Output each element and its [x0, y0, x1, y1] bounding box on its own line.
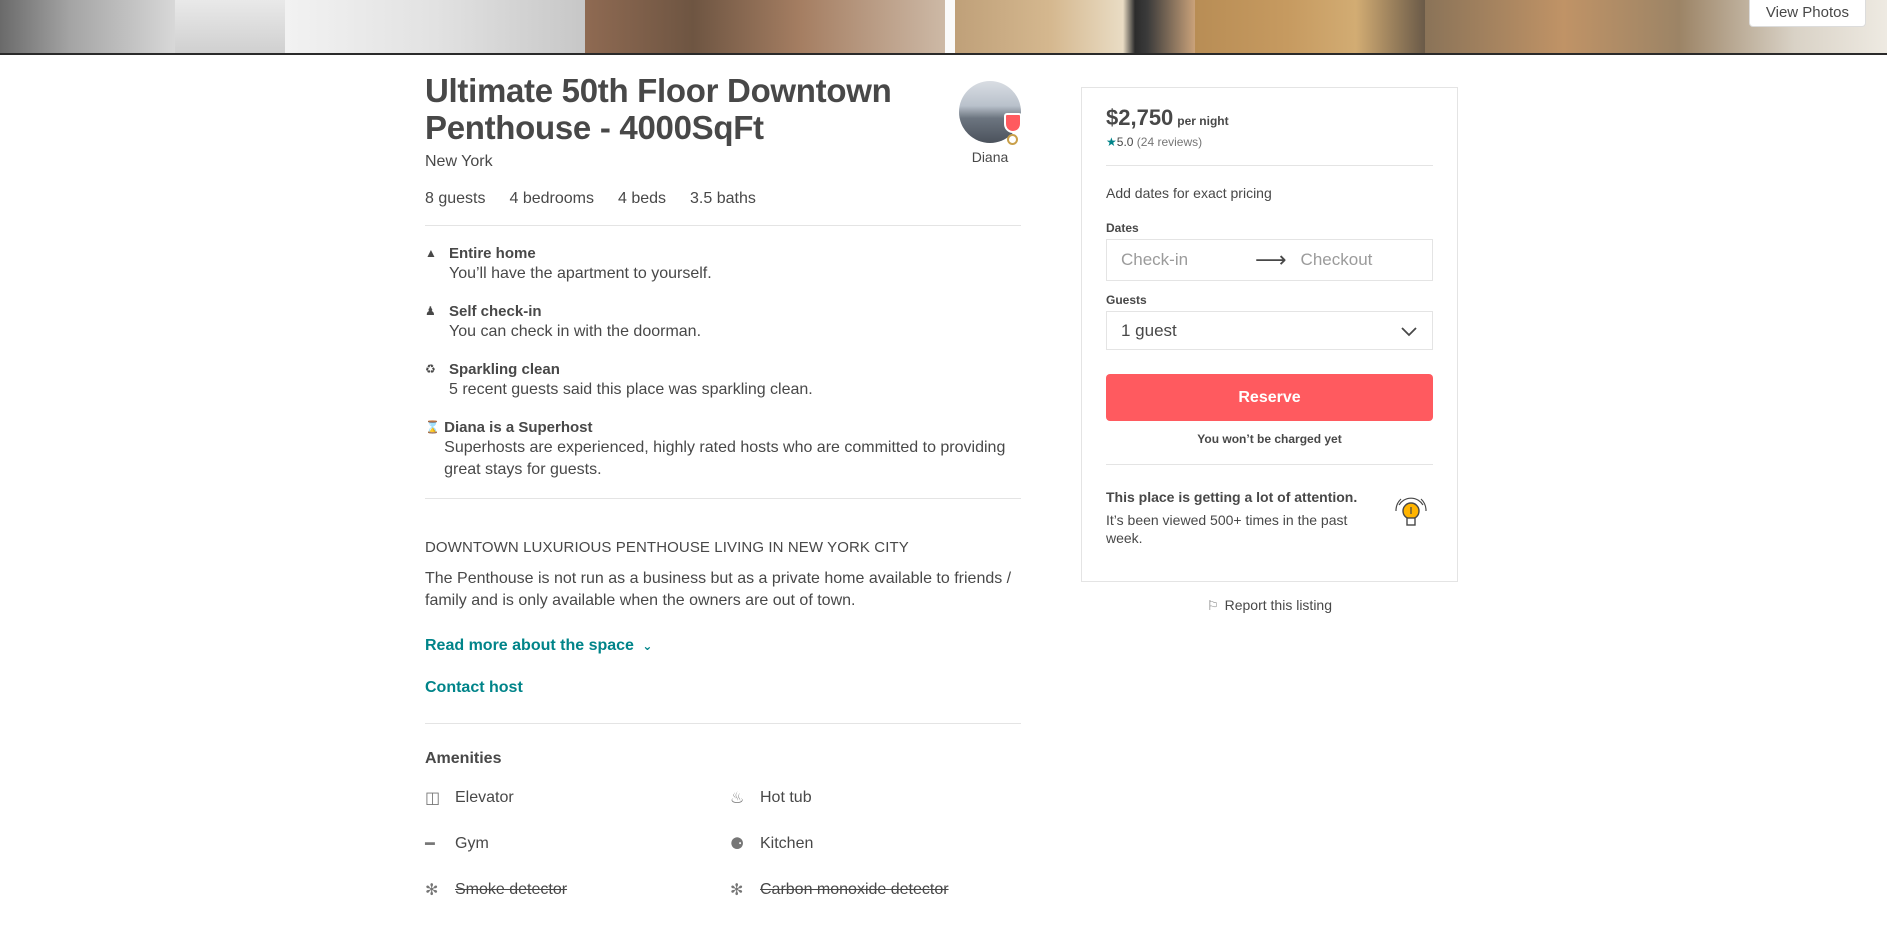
- feature-item: ♟ Self check-in You can check in with th…: [425, 302, 1021, 343]
- chevron-down-icon: [1401, 326, 1417, 336]
- home-icon: ▲: [425, 246, 437, 260]
- doorman-icon: ♟: [425, 304, 436, 318]
- dumbbell-icon: ━: [425, 836, 435, 853]
- amenities-grid: ◫ Elevator ♨ Hot tub ━ Gym ⚈ Kitchen ✻ S…: [425, 785, 1021, 903]
- fork-knife-icon: ⚈: [730, 836, 745, 853]
- view-photos-button[interactable]: View Photos: [1748, 0, 1866, 27]
- amenity-label: Gym: [455, 835, 489, 852]
- divider: [425, 225, 1021, 226]
- price-line: $2,750 per night: [1106, 105, 1433, 131]
- hero-photo-gap: [945, 0, 955, 53]
- feature-item: ⌛ Diana is a Superhost Superhosts are ex…: [425, 418, 1021, 481]
- listing-city[interactable]: New York: [425, 153, 1021, 171]
- divider: [1106, 464, 1433, 465]
- hero-photo[interactable]: [1195, 0, 1425, 53]
- amenities-title: Amenities: [425, 750, 502, 767]
- detector-icon: ✻: [425, 882, 439, 899]
- summary-body: The Penthouse is not run as a business b…: [425, 570, 1012, 609]
- amenity-label: Carbon monoxide detector: [760, 881, 949, 898]
- read-more-label: Read more about the space: [425, 637, 634, 654]
- amenity-label: Hot tub: [760, 789, 812, 806]
- contact-host-link[interactable]: Contact host: [425, 679, 1021, 697]
- medal-icon: ⌛: [425, 420, 440, 434]
- dates-label: Dates: [1106, 221, 1139, 235]
- divider: [1106, 165, 1433, 166]
- listing-stats: 8 guests 4 bedrooms 4 beds 3.5 baths: [425, 190, 1021, 208]
- superhost-badge-icon: [1004, 113, 1022, 133]
- feature-list: ▲ Entire home You’ll have the apartment …: [425, 244, 1021, 481]
- listing-title: Ultimate 50th Floor Downtown Penthouse -…: [425, 72, 892, 146]
- hero-photo[interactable]: [285, 0, 585, 53]
- guests-value: 1 guest: [1121, 320, 1177, 340]
- star-icon: ★: [1106, 135, 1117, 149]
- guests-select[interactable]: 1 guest: [1106, 311, 1433, 350]
- flag-icon: ⚐: [1206, 598, 1219, 613]
- feature-title: Diana is a Superhost: [444, 419, 593, 436]
- attention-desc: It’s been viewed 500+ times in the past …: [1106, 512, 1348, 546]
- rating-value: 5.0: [1116, 135, 1134, 149]
- amenity-item: ◫ Elevator: [425, 785, 730, 811]
- guests-label: Guests: [1106, 293, 1147, 307]
- detector-icon: ✻: [730, 882, 744, 899]
- stat-bedrooms: 4 bedrooms: [509, 190, 594, 207]
- amenity-item: ♨ Hot tub: [730, 785, 1035, 811]
- attention-notice: This place is getting a lot of attention…: [1106, 489, 1433, 547]
- review-count[interactable]: (24 reviews): [1137, 135, 1202, 149]
- feature-item: ▲ Entire home You’ll have the apartment …: [425, 244, 1021, 285]
- stat-beds: 4 beds: [617, 190, 667, 207]
- stat-baths: 3.5 baths: [690, 190, 756, 207]
- lightbulb-icon: [1395, 497, 1427, 526]
- divider: [425, 498, 1021, 499]
- rating-line[interactable]: ★5.0 (24 reviews): [1106, 135, 1433, 149]
- spray-bottle-icon: ♻: [425, 362, 436, 376]
- feature-title: Sparkling clean: [449, 361, 560, 378]
- host-name[interactable]: Diana: [945, 149, 1035, 165]
- hero-photo[interactable]: [955, 0, 1195, 53]
- feature-title: Self check-in: [449, 303, 542, 320]
- booking-panel: $2,750 per night ★5.0 (24 reviews) Add d…: [1081, 87, 1458, 582]
- listing-main: Ultimate 50th Floor Downtown Penthouse -…: [425, 72, 1022, 903]
- per-night-label: per night: [1177, 114, 1229, 128]
- pricing-hint: Add dates for exact pricing: [1106, 185, 1272, 201]
- feature-desc: You’ll have the apartment to yourself.: [449, 265, 712, 282]
- amenity-label: Kitchen: [760, 835, 814, 852]
- charge-note: You won’t be charged yet: [1197, 432, 1342, 446]
- medal-icon: [1007, 134, 1018, 145]
- avatar[interactable]: [959, 81, 1022, 145]
- amenity-label: Elevator: [455, 789, 514, 806]
- nightly-price: $2,750: [1106, 105, 1174, 130]
- elevator-icon: ◫: [425, 790, 441, 807]
- amenity-label: Smoke detector: [455, 881, 568, 898]
- feature-desc: Superhosts are experienced, highly rated…: [444, 439, 1006, 478]
- summary-title: DOWNTOWN LUXURIOUS PENTHOUSE LIVING IN N…: [425, 539, 909, 556]
- checkin-input[interactable]: Check-in: [1121, 250, 1241, 270]
- report-listing-link[interactable]: ⚐ Report this listing: [1081, 597, 1458, 614]
- checkout-input[interactable]: Checkout: [1301, 250, 1373, 270]
- amenity-item: ✻ Carbon monoxide detector: [730, 877, 1035, 903]
- hero-photos[interactable]: View Photos: [0, 0, 1887, 55]
- hot-tub-icon: ♨: [730, 790, 745, 807]
- read-more-link[interactable]: Read more about the space ⌄: [425, 637, 652, 655]
- reserve-button[interactable]: Reserve: [1106, 374, 1433, 421]
- amenity-item: ⚈ Kitchen: [730, 831, 1035, 857]
- hero-photo[interactable]: [175, 0, 285, 53]
- amenity-item: ✻ Smoke detector: [425, 877, 730, 903]
- hero-photo[interactable]: [585, 0, 945, 53]
- hero-photo[interactable]: [0, 0, 175, 53]
- amenity-item: ━ Gym: [425, 831, 730, 857]
- divider: [425, 723, 1021, 724]
- chevron-down-icon: ⌄: [642, 639, 653, 653]
- arrow-right-icon: ⟶: [1255, 247, 1287, 272]
- feature-item: ♻ Sparkling clean 5 recent guests said t…: [425, 360, 1021, 401]
- host-profile[interactable]: Diana: [945, 81, 1035, 165]
- report-label: Report this listing: [1224, 597, 1333, 613]
- stat-guests: 8 guests: [425, 190, 486, 207]
- attention-title: This place is getting a lot of attention…: [1106, 489, 1358, 505]
- feature-title: Entire home: [449, 245, 536, 262]
- feature-desc: You can check in with the doorman.: [449, 323, 702, 340]
- dates-picker[interactable]: Check-in ⟶ Checkout: [1106, 239, 1433, 281]
- feature-desc: 5 recent guests said this place was spar…: [449, 381, 813, 398]
